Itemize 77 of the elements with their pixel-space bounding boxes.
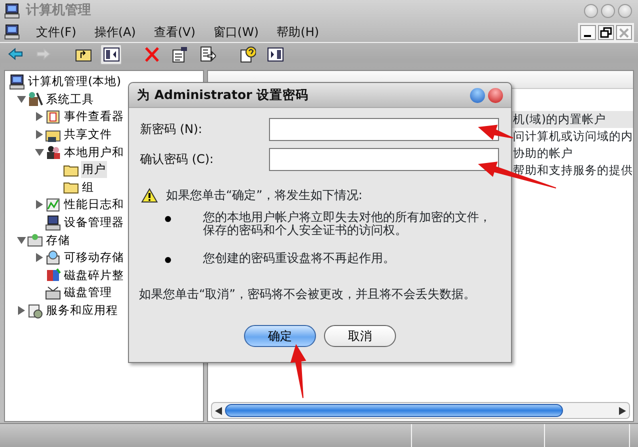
description-cell-text: 协助的帐户 <box>513 144 573 162</box>
services-icon <box>27 302 43 319</box>
description-cell-text: 帮助和支持服务的提供 <box>513 162 633 179</box>
panel-icon <box>102 46 120 63</box>
toolbar-button[interactable] <box>100 44 122 65</box>
tree-item[interactable]: 用户 <box>81 161 107 178</box>
expander-icon[interactable] <box>34 130 44 140</box>
tree-item[interactable]: 组 <box>81 178 95 196</box>
tree-item[interactable]: 事件查看器 <box>63 108 125 126</box>
field-label: 新密码 (N): <box>140 121 204 138</box>
expander-icon[interactable] <box>34 148 44 157</box>
menu-item[interactable]: 窗口(W) <box>211 23 261 41</box>
expander-icon[interactable] <box>34 200 44 210</box>
bullet-icon <box>165 216 171 222</box>
bullet-text: 您的本地用户帐户将立即失去对他的所有加密的文件，保存的密码和个人安全证书的访问权。 <box>203 211 491 236</box>
tree-item[interactable]: 可移动存储 <box>63 249 125 266</box>
description-cell-text: 问计算机或访问域的内 <box>513 128 633 145</box>
pointer-arrow <box>478 124 514 140</box>
dialog-button[interactable]: 取消 <box>324 324 396 347</box>
window-title: 计算机管理 <box>26 2 91 20</box>
dialog-title: 为 Administrator 设置密码 <box>137 86 309 104</box>
expander-icon[interactable] <box>16 236 26 245</box>
description-cell-text: 机(域)的内置帐户 <box>513 110 606 128</box>
tree-item[interactable]: 系统工具 <box>45 90 95 108</box>
scroll-right-icon[interactable] <box>619 406 626 414</box>
back-icon <box>6 46 24 63</box>
restore-icon[interactable] <box>599 26 613 38</box>
note-text: 如果您单击“取消”，密码将不会被更改，并且将不会丢失数据。 <box>138 286 476 303</box>
field-label: 确认密码 (C): <box>140 151 215 168</box>
password-field[interactable] <box>269 148 499 170</box>
storage-icon <box>27 232 43 248</box>
expander-icon[interactable] <box>16 94 26 104</box>
tree-item[interactable]: 服务和应用程 <box>45 302 119 320</box>
dialog-button[interactable]: 确定 <box>244 324 316 347</box>
export-icon <box>198 46 216 63</box>
panel-icon <box>266 46 284 63</box>
computer-icon <box>4 24 20 40</box>
tree-item[interactable]: 共享文件 <box>63 126 113 144</box>
removable-storage-icon <box>45 250 61 266</box>
properties-icon <box>170 46 188 63</box>
bullet-text: 您创建的密码重设盘将不再起作用。 <box>203 252 395 265</box>
device-manager-icon <box>45 214 61 231</box>
tree-item[interactable]: 计算机管理(本地) <box>27 73 122 90</box>
password-field[interactable] <box>269 118 499 140</box>
menu-item[interactable]: 帮助(H) <box>274 23 322 41</box>
expander-icon[interactable] <box>34 253 44 262</box>
warning-icon <box>141 188 158 202</box>
expander-icon[interactable] <box>16 306 26 316</box>
performance-icon <box>45 196 61 213</box>
tree-item[interactable]: 本地用户和 <box>63 144 125 161</box>
disk-management-icon <box>45 284 61 301</box>
scroll-left-icon[interactable] <box>215 406 222 414</box>
scrollbar-thumb[interactable] <box>225 404 563 417</box>
warning-text: 如果您单击“确定”，将发生如下情况: <box>166 187 362 204</box>
delete-icon <box>142 46 160 63</box>
pointer-arrow <box>290 344 306 398</box>
event-log-icon <box>45 108 61 125</box>
menu-item[interactable]: 操作(A) <box>92 23 138 41</box>
tree-item[interactable]: 性能日志和 <box>63 196 125 214</box>
tree-item[interactable]: 存储 <box>45 232 71 249</box>
help-icon <box>238 46 256 63</box>
help-button[interactable] <box>470 88 485 102</box>
close-button[interactable] <box>488 88 503 102</box>
computer-icon <box>4 3 20 19</box>
computer-icon <box>9 74 25 90</box>
bullet-icon <box>165 257 171 264</box>
users-icon <box>45 144 61 160</box>
tree-item[interactable]: 磁盘碎片整 <box>63 266 125 284</box>
horizontal-scrollbar[interactable] <box>211 402 630 419</box>
forward-icon <box>34 46 52 63</box>
expander-icon[interactable] <box>34 112 44 122</box>
tools-icon <box>27 91 43 108</box>
menu-item[interactable]: 查看(V) <box>152 23 198 41</box>
tree-item[interactable]: 磁盘管理 <box>63 284 113 302</box>
defragmenter-icon <box>45 267 61 284</box>
menu-item[interactable]: 文件(F) <box>34 23 78 41</box>
tree-item[interactable]: 设备管理器 <box>63 214 125 232</box>
